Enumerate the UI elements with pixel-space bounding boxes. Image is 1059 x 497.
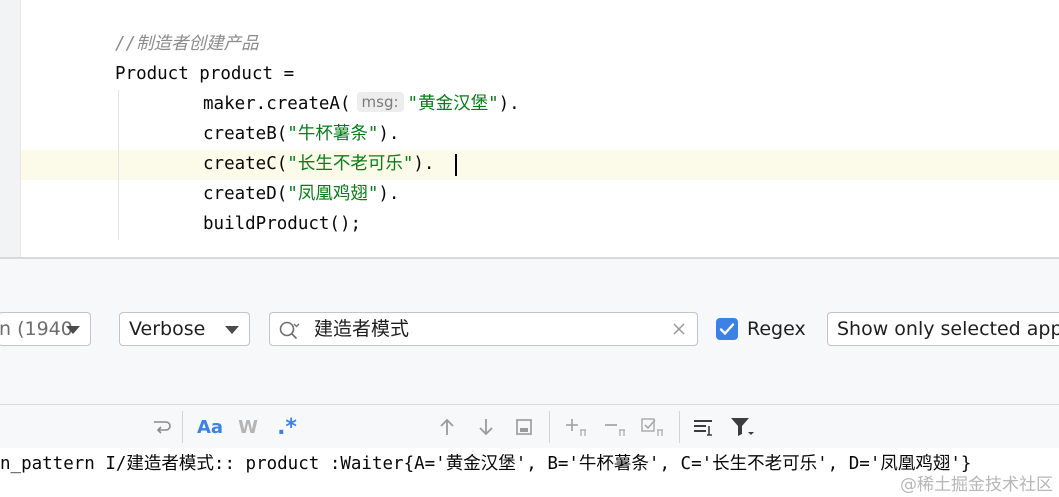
scroll-to-end-button[interactable] bbox=[511, 411, 537, 443]
toolbar-separator bbox=[549, 411, 550, 443]
code-line-create-a: maker.createA(msg: "黄金汉堡"). bbox=[203, 89, 520, 119]
code-token: ). bbox=[378, 124, 400, 144]
code-line-build: buildProduct(); bbox=[203, 214, 362, 234]
string-literal: "长生不老可乐" bbox=[287, 154, 414, 174]
words-label: W bbox=[238, 416, 258, 438]
scroll-to-end-icon bbox=[516, 419, 532, 435]
match-case-button[interactable]: Aa bbox=[193, 411, 227, 443]
soft-wrap-button[interactable] bbox=[148, 411, 176, 443]
chevron-down-icon bbox=[225, 326, 239, 334]
check-filter-icon bbox=[641, 418, 663, 436]
log-search-input[interactable]: 建造者模式 bbox=[269, 312, 698, 346]
previous-match-button[interactable] bbox=[434, 411, 460, 443]
code-comment: //制造者创建产品 bbox=[115, 34, 259, 54]
watermark: @稀土掘金技术社区 bbox=[900, 475, 1053, 495]
remove-filter-button[interactable] bbox=[600, 411, 630, 443]
code-token: maker.createA( bbox=[203, 94, 351, 114]
toolbar-separator bbox=[182, 411, 183, 443]
string-literal: "凤凰鸡翅" bbox=[287, 184, 379, 204]
log-level-value: Verbose bbox=[129, 318, 206, 340]
words-button[interactable]: W bbox=[234, 411, 262, 443]
filter-icon bbox=[731, 418, 754, 436]
chevron-down-icon bbox=[66, 326, 80, 334]
logcat-filter-bar: n (1940 Verbose 建造者模式 Regex Show only se… bbox=[0, 259, 1059, 404]
code-line-declaration: Product product = bbox=[115, 64, 295, 84]
search-value: 建造者模式 bbox=[314, 318, 410, 340]
editor-gutter bbox=[0, 0, 21, 257]
regex-toggle-button[interactable]: .* bbox=[270, 411, 304, 443]
parameter-hint: msg: bbox=[356, 92, 404, 112]
code-token: ). bbox=[413, 154, 435, 174]
current-line-highlight bbox=[21, 150, 1059, 180]
check-icon bbox=[719, 323, 735, 335]
string-literal: "牛杯薯条" bbox=[287, 124, 379, 144]
regex-label: Regex bbox=[747, 318, 806, 340]
clear-icon[interactable] bbox=[671, 321, 687, 337]
regex-checkbox[interactable] bbox=[716, 318, 738, 340]
filter-button[interactable] bbox=[727, 411, 757, 443]
next-match-button[interactable] bbox=[473, 411, 499, 443]
arrow-up-icon bbox=[440, 418, 454, 435]
text-caret bbox=[455, 154, 457, 176]
code-token: createD( bbox=[203, 184, 288, 204]
add-filter-icon bbox=[566, 419, 586, 436]
check-filter-button[interactable] bbox=[638, 411, 668, 443]
code-line-create-c: createC("长生不老可乐"). bbox=[203, 149, 434, 179]
code-line-create-d: createD("凤凰鸡翅"). bbox=[203, 179, 399, 209]
remove-filter-icon bbox=[605, 424, 625, 436]
match-case-label: Aa bbox=[196, 416, 224, 438]
string-literal: "黄金汉堡" bbox=[407, 94, 499, 114]
logcat-toolbar: Aa W .* bbox=[0, 404, 1059, 448]
regex-toggle-label: .* bbox=[277, 414, 297, 440]
code-token: ). bbox=[378, 184, 400, 204]
format-icon bbox=[694, 420, 712, 436]
scope-combo-value: Show only selected applic bbox=[837, 318, 1059, 340]
toolbar-separator bbox=[679, 411, 680, 443]
code-line-create-b: createB("牛杯薯条"). bbox=[203, 119, 399, 149]
code-token: createB( bbox=[203, 124, 288, 144]
add-filter-button[interactable] bbox=[561, 411, 591, 443]
code-editor[interactable]: //制造者创建产品 Product product = maker.create… bbox=[0, 0, 1059, 257]
soft-wrap-icon bbox=[154, 421, 171, 434]
search-icon bbox=[279, 321, 300, 340]
indent-guide bbox=[118, 90, 119, 240]
code-token: ). bbox=[498, 94, 520, 114]
log-level-combo[interactable]: Verbose bbox=[119, 312, 250, 346]
process-combo-value: n (1940 bbox=[0, 318, 73, 340]
scope-combo[interactable]: Show only selected applic bbox=[827, 312, 1059, 346]
code-token: createC( bbox=[203, 154, 288, 174]
format-button[interactable] bbox=[689, 411, 717, 443]
arrow-down-icon bbox=[479, 419, 493, 436]
process-combo[interactable]: n (1940 bbox=[0, 312, 91, 346]
